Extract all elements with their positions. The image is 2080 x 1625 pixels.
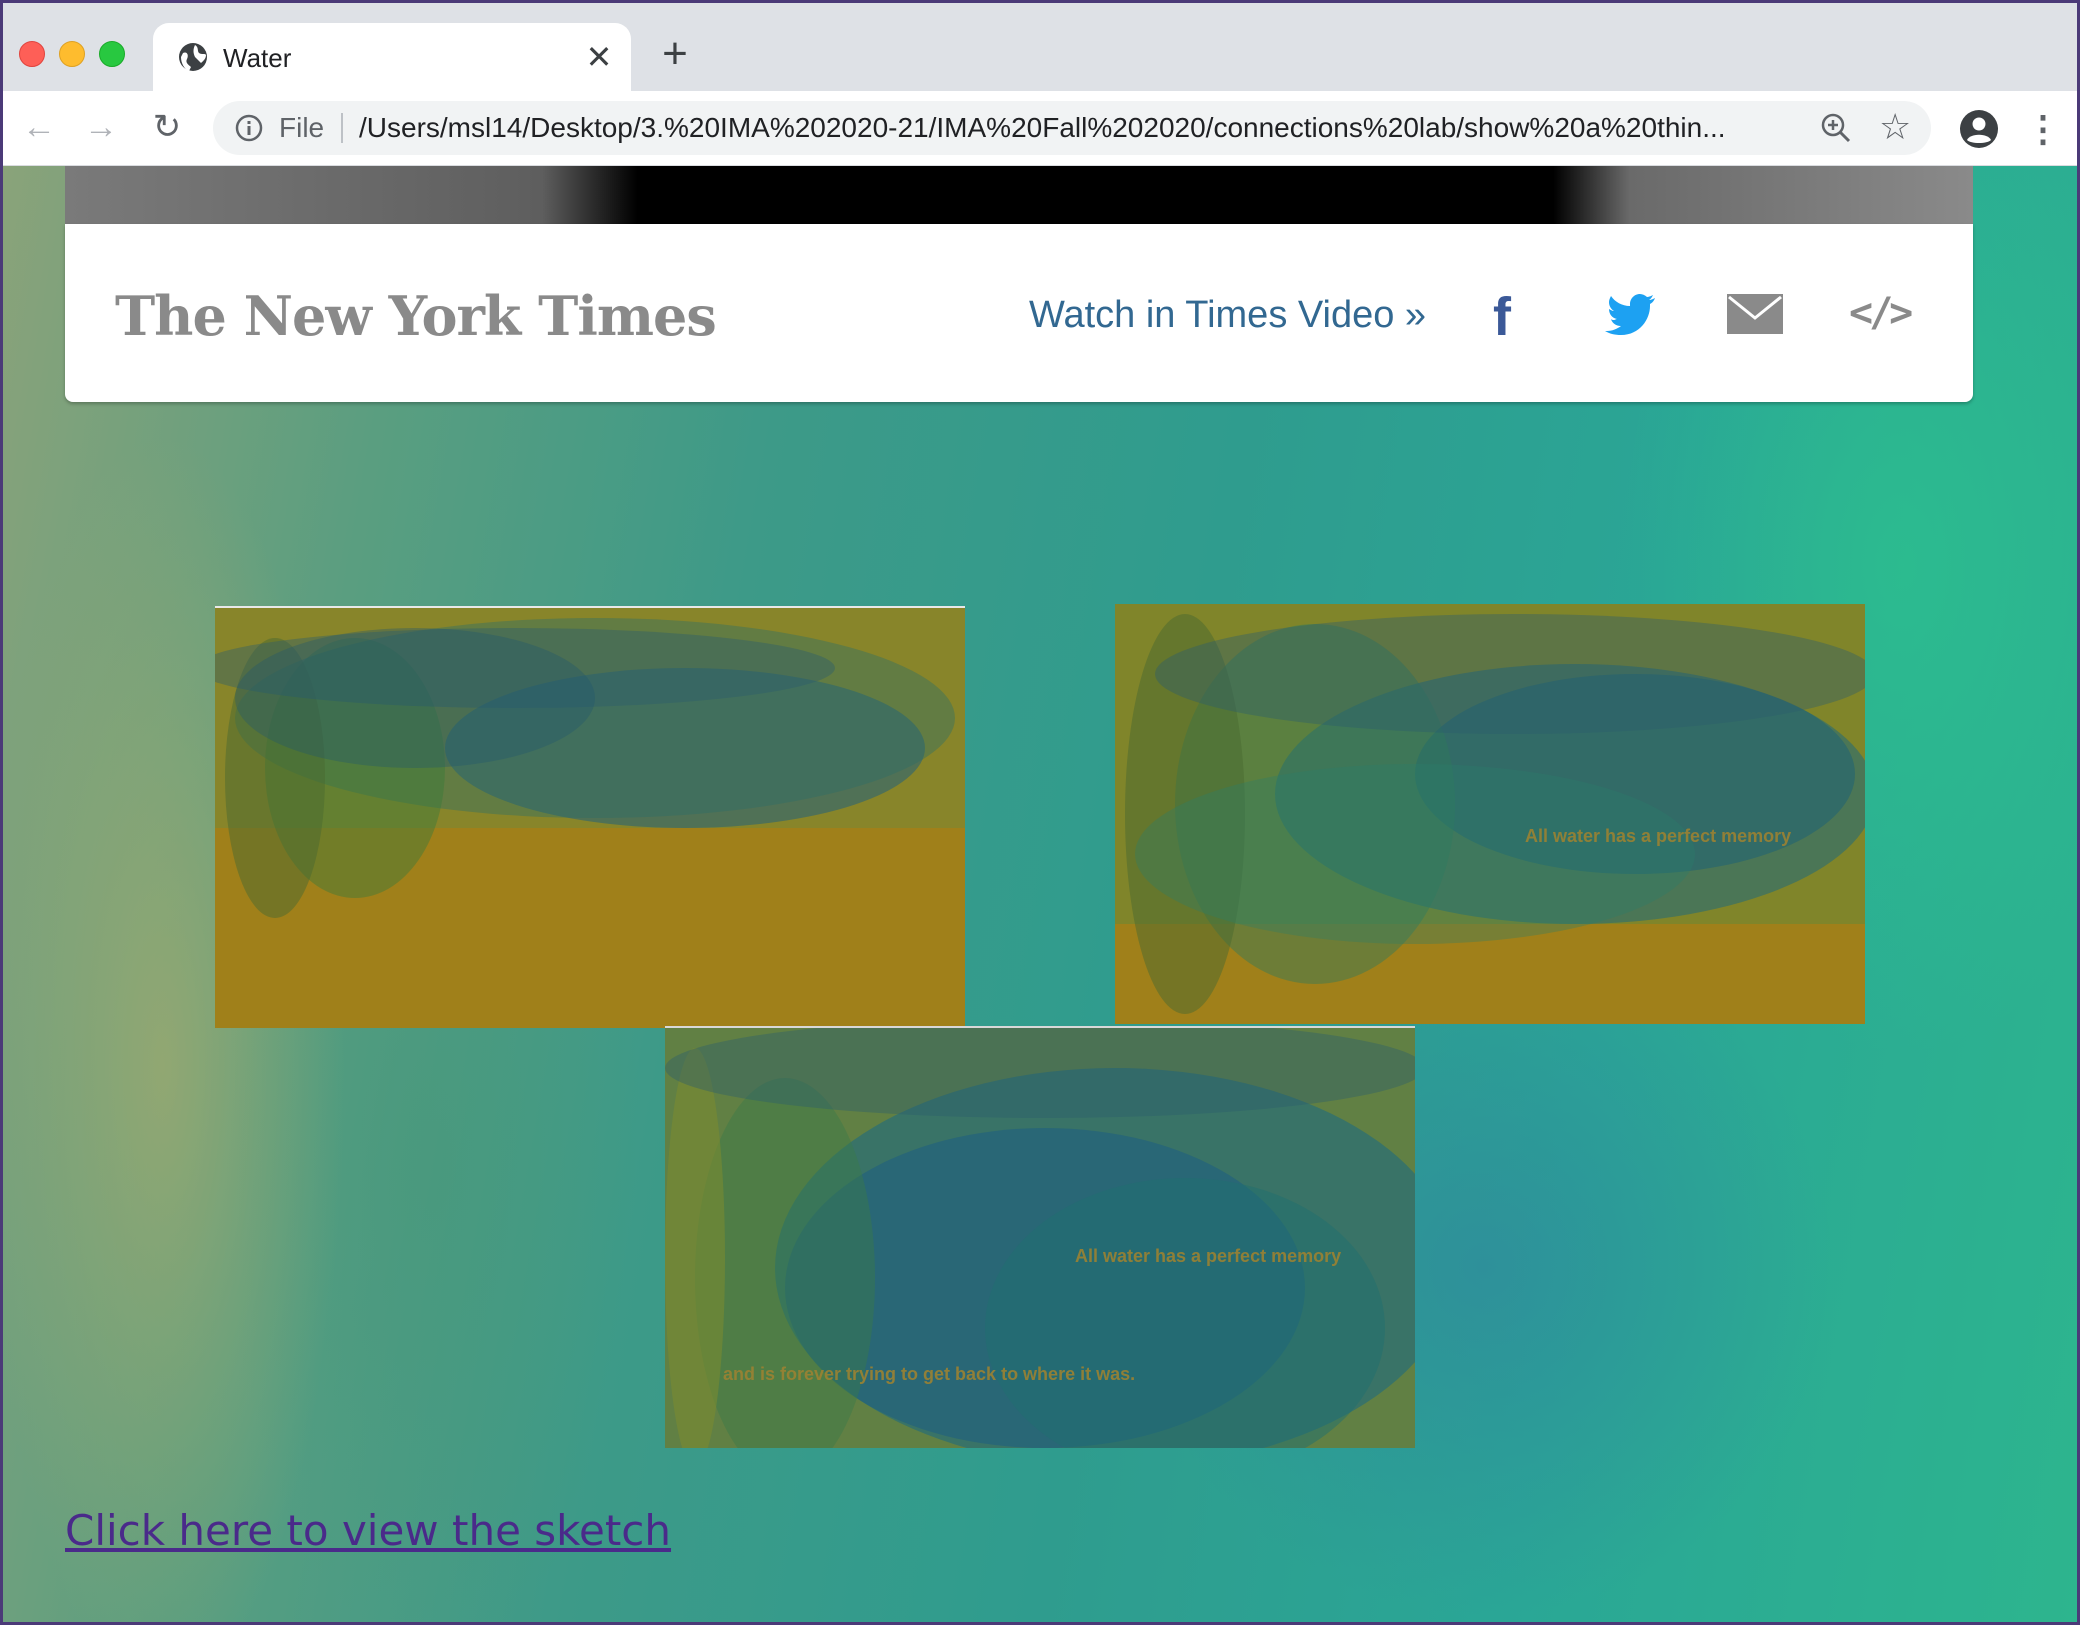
file-label: File [279, 112, 325, 143]
tab-water[interactable]: Water ✕ [153, 23, 631, 91]
back-button[interactable]: ← [17, 105, 61, 149]
globe-icon [179, 43, 207, 71]
address-separator [341, 113, 343, 143]
facebook-icon[interactable]: f [1493, 286, 1511, 348]
tab-strip: Water ✕ + [3, 3, 2077, 91]
bookmark-star-icon[interactable]: ☆ [1879, 107, 1911, 147]
embed-code-icon[interactable]: </> [1849, 290, 1913, 336]
twitter-icon[interactable] [1605, 286, 1659, 340]
zoom-window-button[interactable] [99, 41, 125, 67]
menu-icon[interactable]: ⋮ [2025, 109, 2061, 149]
sketch-3-ellipses [665, 1028, 1415, 1448]
minimize-window-button[interactable] [59, 41, 85, 67]
profile-icon[interactable] [1959, 109, 1999, 149]
browser-window: Water ✕ + ← → ↻ File /Users/msl14/Deskto… [0, 0, 2080, 1625]
sketch-2-caption: All water has a perfect memory [1525, 826, 1792, 846]
nyt-logo[interactable]: The New York Times [115, 284, 717, 348]
tab-title: Water [223, 43, 292, 73]
sketch-canvas-1 [215, 606, 965, 1028]
video-info-bar: The New York Times Watch in Times Video … [65, 224, 1973, 402]
url-text[interactable]: /Users/msl14/Desktop/3.%20IMA%202020-21/… [359, 112, 1759, 144]
new-tab-button[interactable]: + [655, 32, 695, 76]
view-sketch-link[interactable]: Click here to view the sketch [65, 1506, 671, 1555]
sketch-canvas-2: All water has a perfect memory [1115, 604, 1865, 1024]
watch-in-times-video-link[interactable]: Watch in Times Video » [1029, 294, 1426, 337]
sketch-2-ellipses [1115, 604, 1865, 1014]
sketch-canvas-3: All water has a perfect memory and is fo… [665, 1026, 1415, 1448]
address-bar[interactable]: File /Users/msl14/Desktop/3.%20IMA%20202… [213, 101, 1931, 155]
video-player[interactable] [65, 166, 1973, 224]
reload-button[interactable]: ↻ [145, 105, 189, 149]
forward-button[interactable]: → [79, 105, 123, 149]
info-icon[interactable] [233, 112, 265, 144]
tab-close-icon[interactable]: ✕ [583, 41, 615, 73]
sketch-3-caption-2: and is forever trying to get back to whe… [723, 1364, 1136, 1384]
browser-toolbar: ← → ↻ File /Users/msl14/Desktop/3.%20IMA… [3, 91, 2077, 166]
sketch-3-caption-1: All water has a perfect memory [1075, 1246, 1342, 1266]
page-content: The New York Times Watch in Times Video … [3, 166, 2077, 1622]
zoom-icon[interactable] [1819, 111, 1853, 145]
sketch-1-ellipses [215, 608, 965, 918]
close-window-button[interactable] [19, 41, 45, 67]
email-icon[interactable] [1727, 294, 1783, 334]
